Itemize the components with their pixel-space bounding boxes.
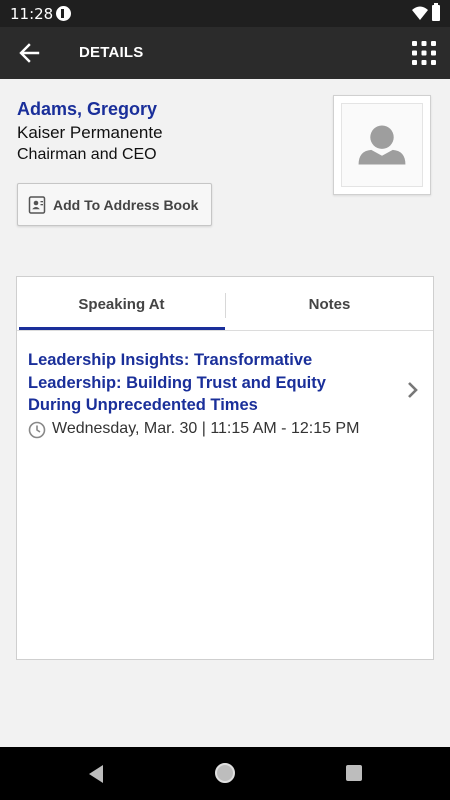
details-content: Adams, Gregory Kaiser Permanente Chairma… xyxy=(0,79,450,747)
session-title: Leadership Insights: Transformative Lead… xyxy=(28,351,326,414)
wifi-icon xyxy=(412,6,428,20)
add-to-address-book-button[interactable]: Add To Address Book xyxy=(17,183,212,226)
person-title: Chairman and CEO xyxy=(17,146,157,163)
tab-notes[interactable]: Notes xyxy=(226,277,433,331)
speaker-sessions-card: Speaking At Notes Leadership Insights: T… xyxy=(16,276,434,660)
grid-menu-icon[interactable] xyxy=(412,41,436,65)
tab-speaking-at[interactable]: Speaking At xyxy=(17,277,226,331)
avatar-inner xyxy=(341,103,423,187)
nav-back-icon[interactable] xyxy=(87,764,105,784)
system-nav-bar xyxy=(0,747,450,800)
chevron-right-icon xyxy=(408,382,418,398)
nav-home-icon[interactable] xyxy=(215,763,235,783)
nav-recents-icon[interactable] xyxy=(346,765,362,781)
page-title: DETAILS xyxy=(79,44,144,61)
add-to-address-book-label: Add To Address Book xyxy=(53,197,199,213)
battery-icon xyxy=(432,3,440,21)
person-organization: Kaiser Permanente xyxy=(17,123,163,142)
status-bar: 11:28 xyxy=(0,0,450,27)
status-time: 11:28 xyxy=(10,5,54,23)
active-tab-indicator xyxy=(19,327,225,330)
session-time: Wednesday, Mar. 30 | 11:15 AM - 12:15 PM xyxy=(52,420,360,437)
contact-card-icon xyxy=(28,196,46,214)
person-name: Adams, Gregory xyxy=(17,99,158,119)
app-notification-icon xyxy=(56,6,71,21)
clock-icon xyxy=(28,421,46,439)
session-list-item[interactable]: Leadership Insights: Transformative Lead… xyxy=(17,335,433,447)
app-bar: DETAILS xyxy=(0,27,450,79)
tab-bar: Speaking At Notes xyxy=(17,277,433,331)
person-placeholder-icon xyxy=(358,125,406,165)
avatar xyxy=(333,95,431,195)
back-arrow-icon[interactable] xyxy=(14,39,44,67)
